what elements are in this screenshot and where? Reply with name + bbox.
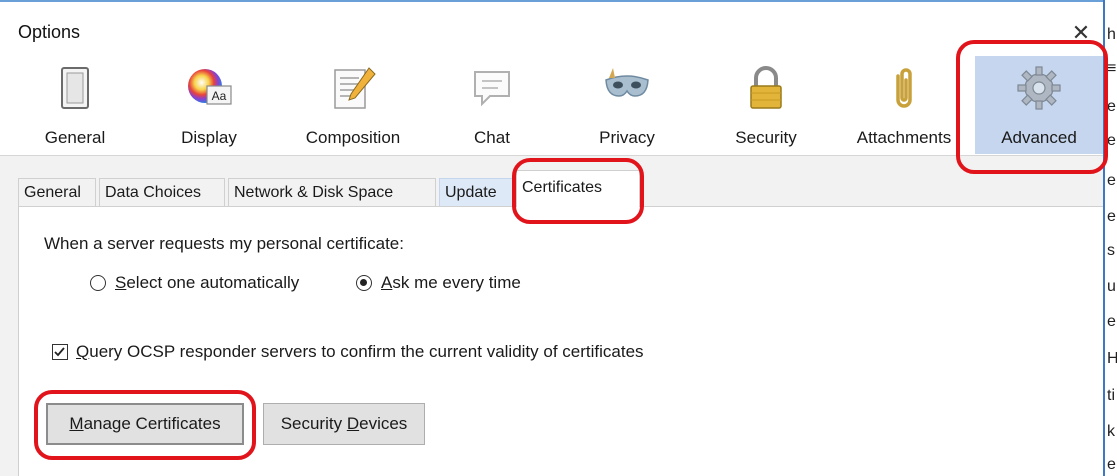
pane-display[interactable]: Aa Display bbox=[154, 56, 264, 154]
background-window-edge: h ≡ e e e e s u e H ti k e bbox=[1103, 0, 1117, 476]
pane-label: Privacy bbox=[599, 128, 655, 147]
pane-label: General bbox=[44, 128, 106, 147]
document-pencil-icon bbox=[334, 67, 376, 109]
tab-network-disk-space[interactable]: Network & Disk Space bbox=[228, 178, 436, 206]
pane-label: Composition bbox=[305, 128, 401, 147]
radio-select-automatically[interactable] bbox=[90, 275, 106, 291]
speech-bubble-icon bbox=[474, 71, 510, 107]
request-prompt: When a server requests my personal certi… bbox=[44, 234, 404, 253]
paperclip-icon bbox=[896, 68, 912, 108]
pane-general[interactable]: General bbox=[20, 56, 130, 154]
manage-certificates-button[interactable]: Manage Certificates bbox=[46, 403, 244, 445]
svg-text:Aa: Aa bbox=[212, 89, 227, 103]
pane-label: Advanced bbox=[1001, 128, 1077, 147]
tab-update[interactable]: Update bbox=[439, 178, 519, 206]
checkmark-icon bbox=[54, 347, 65, 357]
pane-chat[interactable]: Chat bbox=[437, 56, 547, 154]
radio-ask-every-time-label[interactable]: Ask me every time bbox=[381, 273, 521, 293]
options-dialog: Options ✕ General Aa Display Composition… bbox=[0, 0, 1117, 476]
gear-icon bbox=[1017, 66, 1061, 110]
radio-ask-every-time[interactable] bbox=[356, 275, 372, 291]
pane-label: Attachments bbox=[856, 128, 952, 147]
window-top-border bbox=[0, 0, 1103, 2]
radio-select-automatically-label[interactable]: Select one automatically bbox=[115, 273, 299, 293]
pane-composition[interactable]: Composition bbox=[298, 56, 408, 154]
pane-label: Chat bbox=[474, 128, 510, 147]
ocsp-checkbox-label[interactable]: Query OCSP responder servers to confirm … bbox=[76, 342, 644, 362]
close-button[interactable]: ✕ bbox=[1066, 18, 1096, 48]
tab-data-choices[interactable]: Data Choices bbox=[99, 178, 225, 206]
pane-label: Security bbox=[735, 128, 797, 147]
mask-icon bbox=[605, 68, 649, 97]
dialog-title: Options bbox=[18, 22, 81, 42]
pane-label: Display bbox=[181, 128, 237, 147]
security-devices-button[interactable]: Security Devices bbox=[263, 403, 425, 445]
tab-certificates[interactable]: Certificates bbox=[516, 170, 640, 207]
padlock-icon bbox=[750, 66, 782, 109]
tab-general[interactable]: General bbox=[18, 178, 96, 206]
color-palette-icon: Aa bbox=[188, 69, 232, 105]
pane-advanced[interactable]: Advanced bbox=[975, 56, 1103, 154]
switch-icon bbox=[61, 67, 89, 109]
close-icon: ✕ bbox=[1071, 20, 1091, 45]
pane-privacy[interactable]: Privacy bbox=[572, 56, 682, 154]
ocsp-checkbox[interactable] bbox=[52, 344, 68, 360]
pane-security[interactable]: Security bbox=[711, 56, 821, 154]
pane-attachments[interactable]: Attachments bbox=[848, 56, 960, 154]
